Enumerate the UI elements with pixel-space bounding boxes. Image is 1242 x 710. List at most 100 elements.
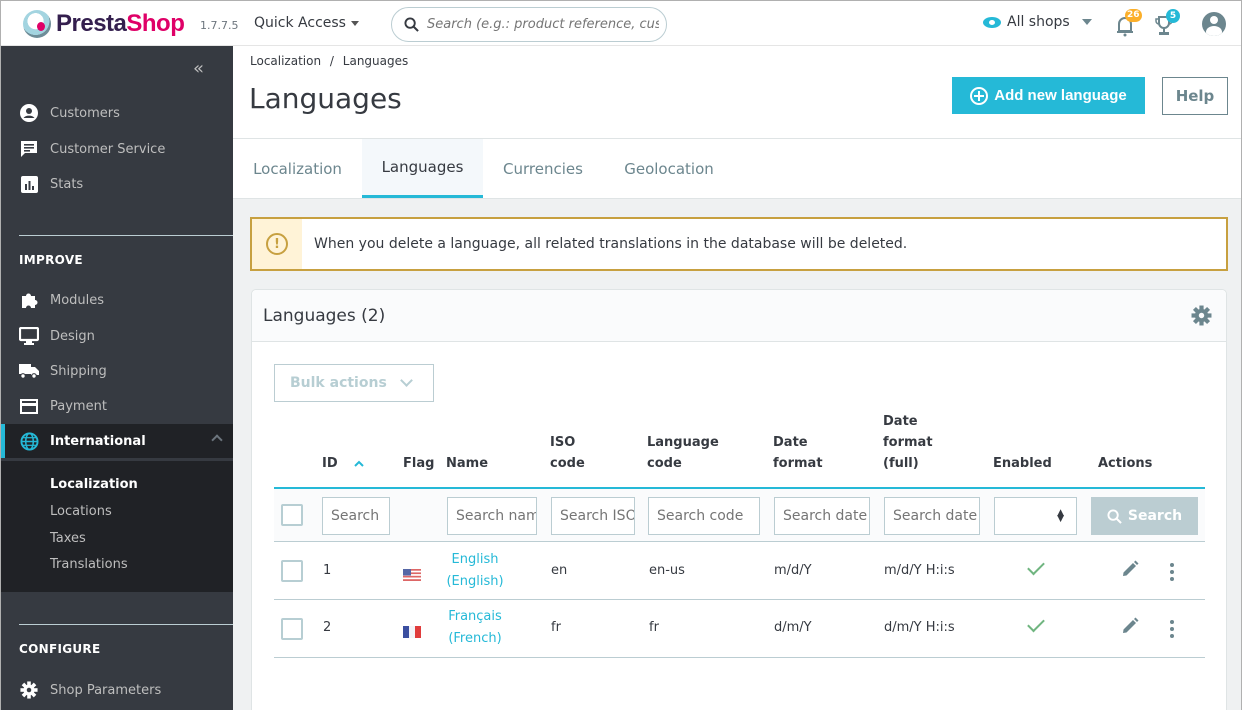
enabled-check-icon[interactable] — [1027, 557, 1045, 576]
tab-localization[interactable]: Localization — [233, 139, 362, 198]
sort-asc-icon[interactable] — [354, 460, 364, 467]
sidebar-item-shipping[interactable]: Shipping — [1, 354, 233, 388]
filter-id-input[interactable] — [322, 497, 390, 535]
filter-enabled-select[interactable]: ▲ ▼ — [994, 497, 1077, 535]
sidebar-subitem-locations[interactable]: Locations — [50, 504, 112, 519]
chevron-up-icon — [211, 434, 223, 446]
language-name-link[interactable]: English (English) — [440, 549, 510, 593]
tab-geolocation[interactable]: Geolocation — [603, 139, 735, 198]
settings-gear-icon[interactable] — [1191, 305, 1212, 331]
sidebar-item-international[interactable]: International — [1, 424, 233, 458]
warning-icon: ! — [252, 219, 302, 269]
sidebar-item-design[interactable]: Design — [1, 319, 233, 353]
chat-icon — [19, 139, 39, 159]
tab-currencies[interactable]: Currencies — [483, 139, 603, 198]
column-header-flag: Flag — [403, 456, 435, 471]
enabled-check-icon[interactable] — [1027, 614, 1045, 633]
filter-language-code-input[interactable] — [648, 497, 760, 535]
section-configure: CONFIGURE — [19, 642, 101, 656]
international-submenu: Localization Locations Taxes Translation… — [1, 461, 233, 592]
sidebar-item-payment[interactable]: Payment — [1, 389, 233, 423]
help-button[interactable]: Help — [1162, 77, 1228, 115]
prestashop-logo[interactable]: PrestaShop — [23, 10, 185, 38]
sidebar-divider — [19, 624, 233, 625]
languages-panel: Languages (2) Bulk actions ID Flag Name … — [251, 289, 1227, 710]
user-circle-icon — [19, 103, 39, 123]
trophy-badge: 5 — [1166, 9, 1180, 23]
page-title: Languages — [249, 82, 402, 115]
add-new-language-button[interactable]: Add new language — [952, 77, 1145, 114]
notifications-button[interactable]: 26 — [1115, 9, 1142, 37]
select-all-checkbox[interactable] — [281, 504, 303, 526]
search-icon — [1107, 508, 1122, 524]
column-header-date-format-full[interactable]: Date format (full) — [883, 411, 933, 474]
filter-iso-input[interactable] — [551, 497, 635, 535]
breadcrumb-localization[interactable]: Localization — [250, 54, 321, 68]
table-row: 1 English (English) en en-us m/d/Y m/d/Y … — [274, 542, 1205, 600]
caret-down-icon — [350, 20, 359, 26]
filter-search-button[interactable]: Search — [1091, 497, 1198, 535]
main-content: ! When you delete a language, all relate… — [233, 199, 1241, 710]
more-actions-icon[interactable] — [1170, 620, 1174, 641]
language-name-link[interactable]: Français (French) — [440, 606, 510, 650]
column-header-name[interactable]: Name — [446, 453, 488, 474]
row-checkbox[interactable] — [281, 618, 303, 640]
eye-icon — [983, 16, 1001, 28]
tab-languages[interactable]: Languages — [362, 139, 483, 198]
gear-icon — [19, 680, 39, 700]
monitor-icon — [19, 326, 39, 346]
edit-pencil-icon[interactable] — [1121, 617, 1139, 639]
caret-down-icon — [1081, 19, 1092, 25]
global-search — [391, 7, 667, 42]
cell-language-code: en-us — [649, 563, 685, 578]
cell-date-format: m/d/Y — [774, 563, 812, 578]
sidebar-subitem-translations[interactable]: Translations — [50, 557, 128, 572]
column-header-language-code[interactable]: Language code — [647, 432, 719, 474]
filter-date-format-full-input[interactable] — [884, 497, 980, 535]
column-header-id[interactable]: ID — [322, 453, 364, 474]
bulk-actions-dropdown[interactable]: Bulk actions — [274, 364, 434, 402]
stats-icon — [19, 174, 39, 194]
column-header-date-format[interactable]: Date format — [773, 432, 823, 474]
row-checkbox[interactable] — [281, 560, 303, 582]
filter-row: ▲▼ Search — [274, 489, 1205, 542]
breadcrumb-languages: Languages — [342, 54, 409, 68]
card-icon — [19, 396, 39, 416]
sidebar-subitem-localization[interactable]: Localization — [50, 477, 138, 492]
column-header-enabled[interactable]: Enabled — [993, 453, 1052, 474]
sidebar-item-customers[interactable]: Customers — [1, 96, 233, 130]
sidebar-item-shop-parameters[interactable]: Shop Parameters — [1, 673, 233, 707]
sidebar-item-customer-service[interactable]: Customer Service — [1, 132, 233, 166]
top-bar: PrestaShop 1.7.7.5 Quick Access All shop… — [1, 1, 1241, 46]
quick-access-dropdown[interactable]: Quick Access — [254, 15, 359, 31]
edit-pencil-icon[interactable] — [1121, 560, 1139, 582]
filter-name-input[interactable] — [447, 497, 537, 535]
panel-header: Languages (2) — [252, 290, 1226, 342]
panel-title: Languages (2) — [263, 305, 386, 326]
column-header-actions: Actions — [1098, 456, 1153, 471]
truck-icon — [19, 361, 39, 381]
shop-selector[interactable]: All shops — [983, 14, 1092, 30]
puffin-logo-icon — [23, 10, 51, 38]
sidebar-item-stats[interactable]: Stats — [1, 167, 233, 201]
sidebar-subitem-taxes[interactable]: Taxes — [50, 531, 86, 546]
global-search-input[interactable] — [427, 17, 659, 32]
cell-id: 1 — [323, 563, 332, 578]
user-avatar-icon[interactable] — [1202, 12, 1226, 36]
fr-flag-icon — [403, 623, 421, 638]
sidebar-item-modules[interactable]: Modules — [1, 283, 233, 317]
version-label: 1.7.7.5 — [200, 19, 239, 32]
more-actions-icon[interactable] — [1170, 563, 1174, 584]
table-row: 2 Français (French) fr fr d/m/Y d/m/Y H:i… — [274, 600, 1205, 658]
filter-date-format-input[interactable] — [774, 497, 870, 535]
column-header-iso[interactable]: ISO code — [550, 432, 585, 474]
cell-iso: en — [551, 563, 568, 578]
globe-icon — [19, 431, 39, 451]
breadcrumb: Localization / Languages — [250, 54, 409, 68]
sidebar: « Customers Customer Service Stats IMPRO… — [1, 46, 233, 710]
section-improve: IMPROVE — [19, 253, 83, 267]
alert-text: When you delete a language, all related … — [314, 236, 908, 252]
collapse-sidebar-icon[interactable]: « — [193, 58, 204, 79]
cell-date-format-full: d/m/Y H:i:s — [884, 620, 955, 635]
trophy-button[interactable]: 5 — [1154, 9, 1180, 37]
